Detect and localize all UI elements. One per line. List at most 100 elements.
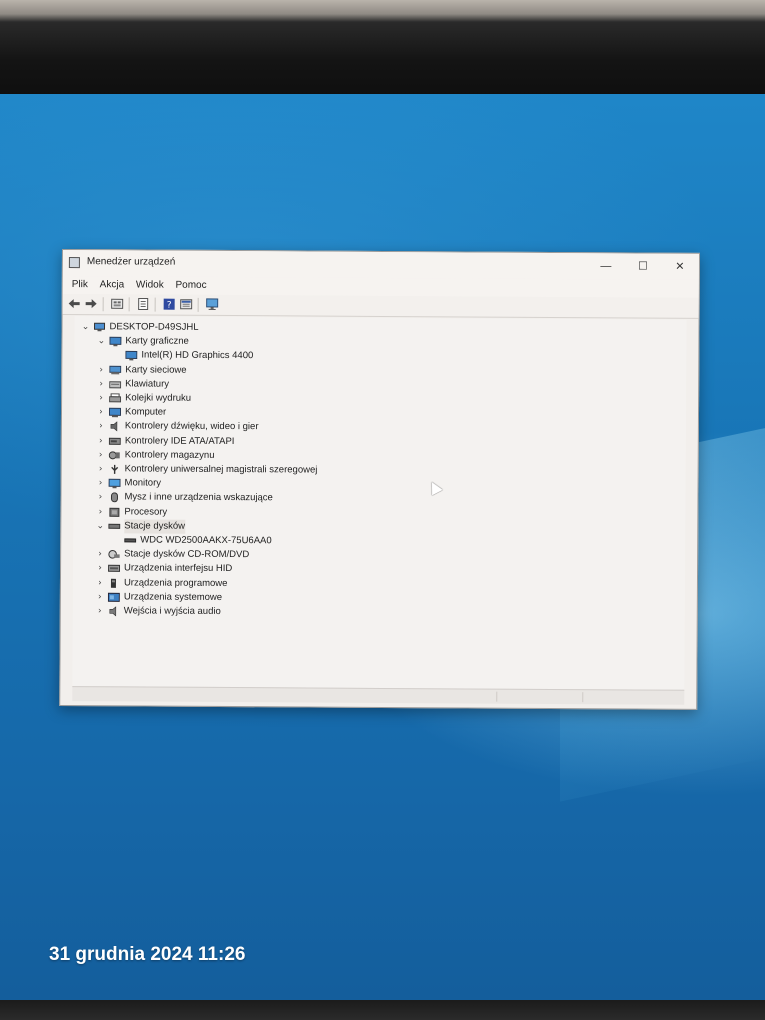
tree-item-label: Mysz i inne urządzenia wskazujące: [124, 491, 273, 504]
tree-item-label: Kontrolery uniwersalnej magistrali szere…: [124, 463, 318, 476]
tree-item-label: Wejścia i wyjścia audio: [123, 605, 221, 617]
processor-icon: [109, 507, 120, 517]
collapse-chevron-icon[interactable]: ⌄: [95, 521, 105, 531]
tree-category[interactable]: ⌄ Stacje dysków: [95, 519, 186, 534]
tree-category[interactable]: › Klawiatury: [96, 377, 169, 391]
expand-chevron-icon[interactable]: ›: [95, 606, 105, 616]
collapse-chevron-icon[interactable]: ⌄: [80, 322, 90, 332]
tree-item-label: Kolejki wydruku: [125, 392, 192, 404]
status-bar: [72, 686, 685, 705]
tree-item-label: Procesory: [124, 505, 168, 518]
software-device-icon: [110, 578, 116, 588]
device-manager-icon: [68, 257, 80, 269]
expand-chevron-icon[interactable]: ›: [95, 549, 105, 559]
hid-icon: [108, 565, 121, 573]
status-divider: [496, 691, 498, 702]
mouse-icon: [110, 492, 118, 503]
tree-item-label: Monitory: [124, 477, 162, 489]
tree-item-label: Intel(R) HD Graphics 4400: [141, 349, 254, 362]
keyboard-icon: [109, 381, 122, 389]
toolbar-separator: [102, 297, 104, 312]
display-adapter-icon: [109, 336, 122, 347]
expand-chevron-icon[interactable]: ›: [96, 464, 106, 474]
help-icon[interactable]: ?: [163, 298, 176, 311]
expand-chevron-icon[interactable]: ›: [96, 379, 106, 389]
properties-icon[interactable]: [137, 297, 150, 311]
view-icon[interactable]: [180, 298, 193, 311]
status-divider: [582, 692, 584, 703]
tree-item-label: Karty graficzne: [125, 335, 189, 347]
tree-category[interactable]: › Stacje dysków CD-ROM/DVD: [95, 547, 249, 562]
maximize-button[interactable]: ☐: [626, 257, 660, 275]
tree-item-label: Urządzenia systemowe: [123, 591, 223, 603]
tree-item-label: Stacje dysków: [124, 519, 186, 534]
expand-chevron-icon[interactable]: ›: [96, 450, 106, 460]
tree-category[interactable]: › Kontrolery dźwięku, wideo i gier: [96, 420, 259, 435]
monitor-icon: [108, 478, 121, 489]
tree-category[interactable]: › Urządzenia systemowe: [95, 590, 222, 605]
network-adapter-icon: [109, 365, 122, 374]
tree-category[interactable]: › Mysz i inne urządzenia wskazujące: [95, 491, 273, 506]
tree-category[interactable]: › Monitory: [96, 476, 162, 490]
printer-icon: [109, 393, 122, 403]
tree-category[interactable]: ⌄ Karty graficzne: [96, 334, 189, 349]
tree-category[interactable]: › Urządzenia programowe: [95, 576, 228, 591]
photo-timestamp: 31 grudnia 2024 11:26: [49, 944, 246, 965]
disk-drive-icon: [108, 523, 121, 529]
tree-category[interactable]: › Kontrolery IDE ATA/ATAPI: [96, 434, 235, 449]
expand-chevron-icon[interactable]: ›: [96, 436, 106, 446]
system-device-icon: [107, 592, 120, 602]
speaker-icon: [110, 421, 118, 432]
tree-item-label: WDC WD2500AAKX-75U6AA0: [140, 534, 272, 547]
tree-item-label: Urządzenia programowe: [123, 576, 228, 589]
monitor-bezel-top: [0, 0, 765, 96]
expand-chevron-icon[interactable]: ›: [96, 422, 106, 432]
minimize-button[interactable]: —: [589, 257, 623, 275]
title-bar[interactable]: Menedżer urządzeń — ☐ ✕: [62, 250, 699, 280]
expand-chevron-icon[interactable]: ›: [96, 365, 106, 375]
usb-icon: [111, 464, 119, 474]
expand-chevron-icon[interactable]: ›: [95, 507, 105, 517]
expand-chevron-icon[interactable]: ›: [96, 407, 106, 417]
expand-chevron-icon[interactable]: ›: [96, 478, 106, 488]
menu-plik[interactable]: Plik: [72, 279, 88, 290]
monitor-bezel-bottom: [0, 1000, 765, 1020]
expand-chevron-icon[interactable]: ›: [96, 393, 106, 403]
expand-chevron-icon[interactable]: ›: [95, 578, 105, 588]
tree-category[interactable]: › Karty sieciowe: [96, 363, 186, 378]
storage-controller-icon: [108, 451, 120, 460]
tree-item-label: Karty sieciowe: [125, 363, 187, 376]
tree-category[interactable]: › Kontrolery magazynu: [96, 448, 215, 463]
tree-device[interactable]: WDC WD2500AAKX-75U6AA0: [111, 533, 272, 548]
toolbar: ?: [62, 294, 699, 319]
tree-category[interactable]: › Procesory: [95, 505, 168, 519]
tree-category[interactable]: › Komputer: [96, 405, 166, 419]
tree-item-label: Klawiatury: [125, 378, 170, 390]
tree-root-computer[interactable]: ⌄ DESKTOP-D49SJHL: [80, 320, 199, 335]
close-button[interactable]: ✕: [663, 258, 697, 276]
forward-arrow-icon[interactable]: [85, 297, 98, 310]
toolbar-separator: [128, 297, 130, 312]
expand-chevron-icon[interactable]: ›: [95, 564, 105, 574]
toolbar-separator: [197, 297, 199, 312]
menu-akcja[interactable]: Akcja: [100, 279, 125, 290]
back-arrow-icon[interactable]: [68, 297, 81, 310]
monitor-icon[interactable]: [206, 298, 219, 311]
expand-chevron-icon[interactable]: ›: [95, 592, 105, 602]
display-adapter-icon: [125, 351, 138, 361]
tree-category[interactable]: › Wejścia i wyjścia audio: [95, 604, 221, 619]
expand-chevron-icon[interactable]: ›: [95, 493, 105, 503]
hdd-icon: [124, 538, 137, 543]
tree-item-label: Kontrolery IDE ATA/ATAPI: [124, 434, 235, 447]
menu-widok[interactable]: Widok: [136, 279, 164, 290]
device-list-icon[interactable]: [111, 297, 124, 310]
tree-item-label: Urządzenia interfejsu HID: [124, 562, 233, 575]
svg-text:?: ?: [167, 301, 172, 311]
menu-pomoc[interactable]: Pomoc: [175, 280, 206, 291]
tree-category[interactable]: › Kolejki wydruku: [96, 391, 191, 406]
collapse-chevron-icon[interactable]: ⌄: [96, 336, 106, 346]
tree-category[interactable]: › Kontrolery uniwersalnej magistrali szer…: [96, 462, 318, 477]
tree-category[interactable]: › Urządzenia interfejsu HID: [95, 562, 232, 577]
device-tree: ⌄ DESKTOP-D49SJHL ⌄ Karty graficzne Intel(R)…: [72, 316, 687, 690]
tree-device[interactable]: Intel(R) HD Graphics 4400: [112, 349, 253, 364]
